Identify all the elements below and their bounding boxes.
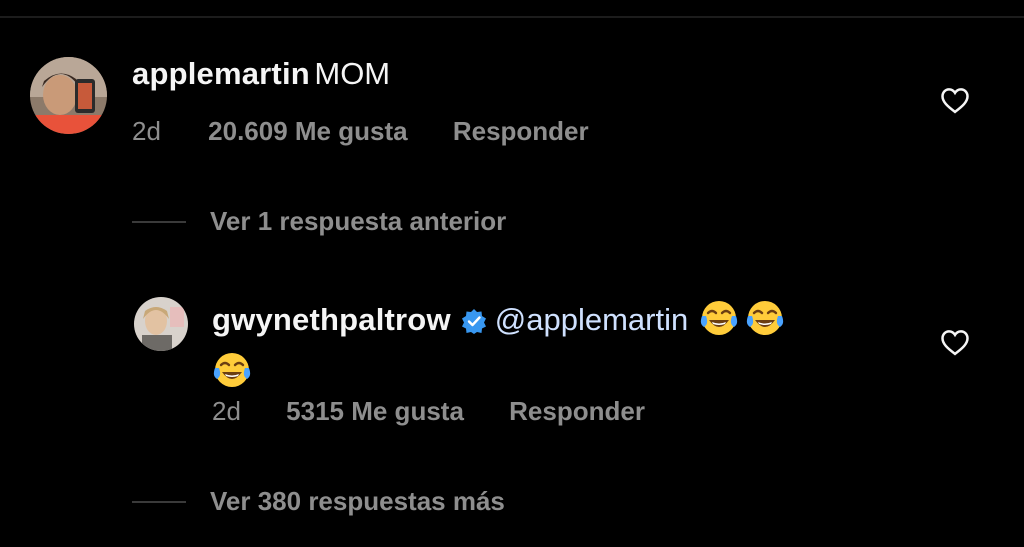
- reply-thread-line: [132, 220, 186, 223]
- view-more-replies[interactable]: Ver 380 respuestas más: [132, 486, 505, 517]
- comment1-time: 2d: [132, 116, 161, 146]
- comment2-likes-button[interactable]: 5315 Me gusta: [286, 396, 464, 426]
- avatar-gwynethpaltrow[interactable]: [134, 297, 188, 351]
- username-gwynethpaltrow[interactable]: gwynethpaltrow: [212, 302, 451, 337]
- username-applemartin[interactable]: applemartin: [132, 56, 310, 91]
- comment2-body: gwynethpaltrow @applemartin: [212, 296, 912, 402]
- comment1-meta: 2d 20.609 Me gusta Responder: [132, 116, 589, 147]
- tears-of-joy-emoji-1: [699, 298, 739, 338]
- verified-badge-icon: [461, 306, 487, 334]
- view-previous-replies-label: Ver 1 respuesta anterior: [210, 206, 507, 236]
- view-more-replies-label: Ver 380 respuestas más: [210, 486, 505, 516]
- avatar-applemartin[interactable]: [30, 57, 107, 134]
- view-previous-replies[interactable]: Ver 1 respuesta anterior: [132, 206, 506, 237]
- comment2-reply-button[interactable]: Responder: [509, 396, 645, 426]
- comment2-time: 2d: [212, 396, 241, 426]
- comment1-text: MOM: [314, 56, 391, 91]
- comment1-likes-button[interactable]: 20.609 Me gusta: [208, 116, 407, 146]
- heart-icon[interactable]: [940, 328, 970, 361]
- mention-link[interactable]: @applemartin: [495, 302, 688, 337]
- comment1-reply-button[interactable]: Responder: [453, 116, 589, 146]
- comment2-meta: 2d 5315 Me gusta Responder: [212, 396, 645, 427]
- top-divider: [0, 16, 1024, 18]
- tears-of-joy-emoji-3: [212, 350, 252, 390]
- reply-thread-line: [132, 500, 186, 503]
- comment1-body: applemartin MOM: [132, 56, 390, 92]
- heart-icon[interactable]: [940, 86, 970, 119]
- tears-of-joy-emoji-2: [745, 298, 785, 338]
